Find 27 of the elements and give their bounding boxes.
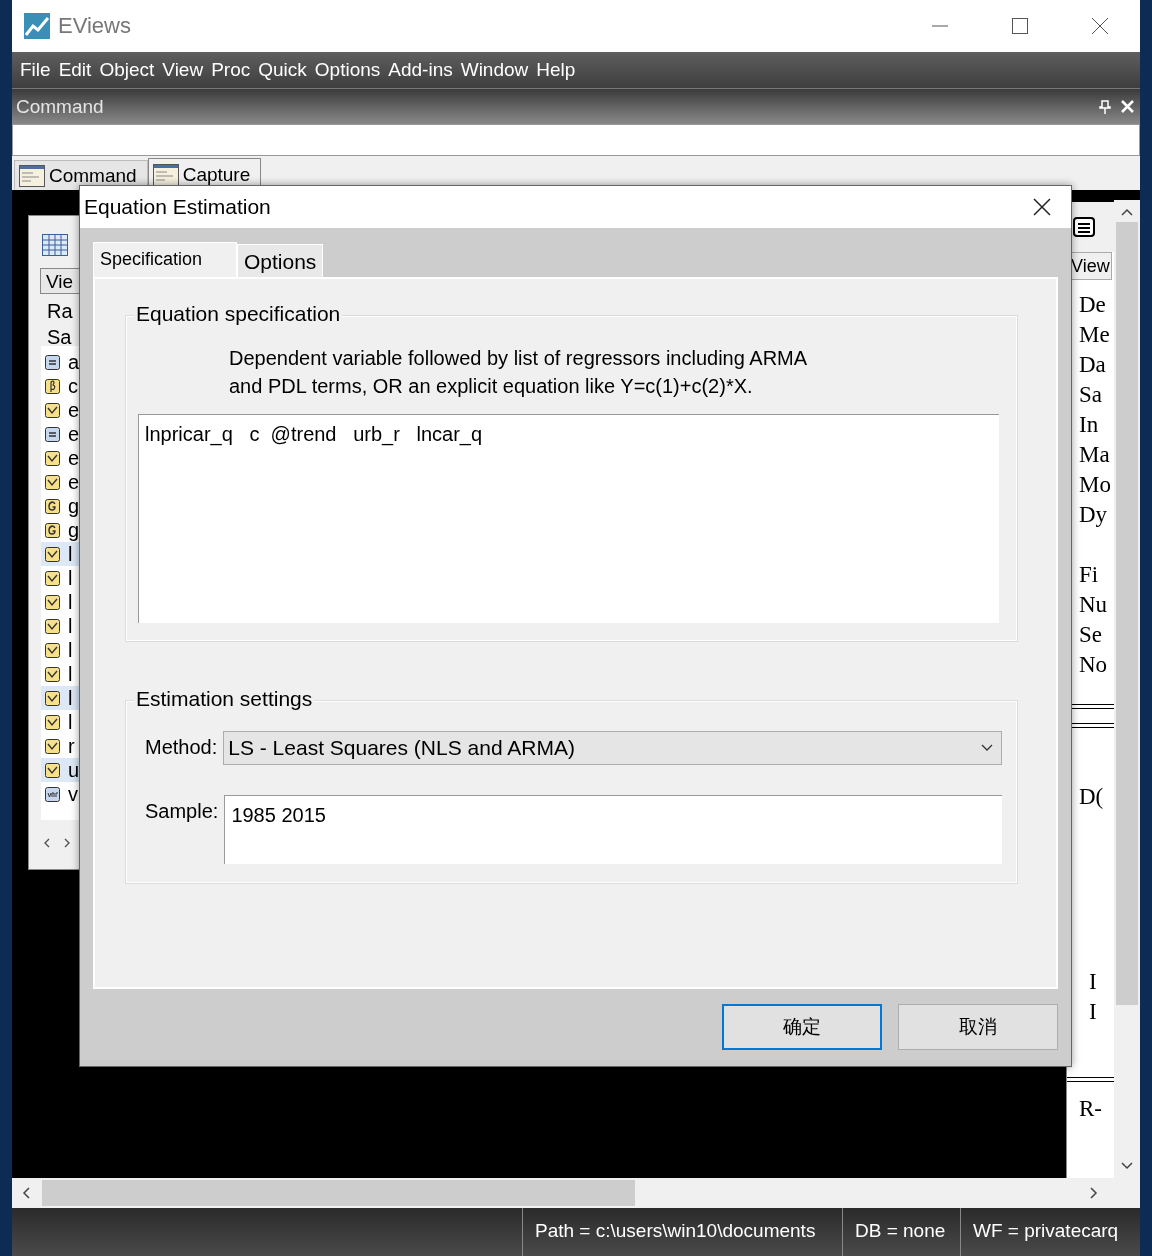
output-text: Mo: [1079, 471, 1112, 499]
output-text: Se: [1079, 621, 1103, 649]
output-text: In: [1079, 411, 1100, 439]
output-text: Da: [1079, 351, 1107, 379]
status-text: DB = none: [843, 1208, 961, 1256]
output-text: Sa: [1079, 381, 1103, 409]
output-text: No: [1079, 651, 1109, 679]
output-text: Me: [1079, 321, 1111, 349]
output-text: De: [1079, 291, 1107, 319]
window-title: EViews: [58, 13, 131, 39]
output-text: Fi: [1079, 561, 1100, 589]
pane-title: Command: [16, 95, 104, 118]
sample-label: Sample:: [145, 799, 219, 823]
hint-text: Dependent variable followed by list of regressors including ARMA and PDL terms, OR an explicit equation like Y=c(1)+c(2)*X.: [228, 346, 809, 399]
status-text: Path = c:\users\win10\documents: [523, 1208, 843, 1256]
dialog-title: Equation Estimation: [84, 195, 271, 219]
sample-label: Sa: [47, 325, 72, 350]
output-text: Nu: [1079, 591, 1109, 619]
output-text: Dy: [1079, 501, 1109, 529]
range-label: Ra: [47, 299, 73, 324]
output-text: R-: [1079, 1095, 1103, 1123]
output-text: D(: [1079, 783, 1105, 811]
output-text: I: [1089, 968, 1098, 996]
method-label: Method:: [145, 735, 218, 759]
output-text: Ma: [1079, 441, 1111, 469]
output-text: I: [1089, 998, 1098, 1026]
status-text: WF = privatecarq: [972, 1219, 1120, 1243]
